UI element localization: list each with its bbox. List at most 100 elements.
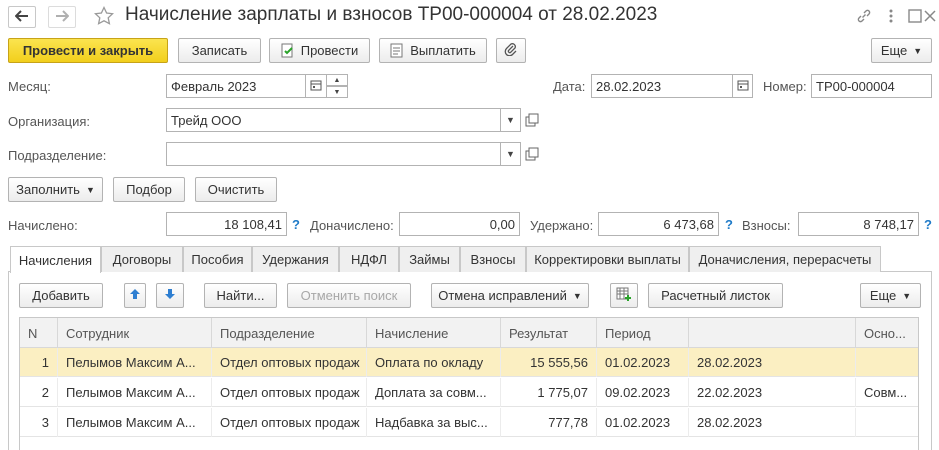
period-start-cell[interactable]: 01.02.2023 [597, 408, 689, 437]
post-button[interactable]: Провести [269, 38, 370, 63]
accrued-value: 18 108,41 [166, 212, 287, 236]
column-header-basis[interactable]: Осно... [856, 318, 918, 348]
month-down-button[interactable]: ▼ [326, 86, 348, 98]
tab-contracts[interactable]: Договоры [101, 246, 183, 272]
tab-benefits[interactable]: Пособия [183, 246, 252, 272]
organization-dropdown-button[interactable]: ▼ [500, 108, 521, 132]
post-and-close-button[interactable]: Провести и закрыть [8, 38, 168, 63]
accrued-label: Начислено: [8, 218, 78, 233]
attach-button[interactable] [496, 38, 526, 63]
payslip-button[interactable]: Расчетный листок [648, 283, 783, 308]
contributions-help-icon[interactable]: ? [924, 217, 932, 232]
table-row[interactable]: 3 Пелымов Максим А... Отдел оптовых прод… [20, 408, 918, 437]
month-calendar-button[interactable] [305, 74, 327, 98]
accrual-cell[interactable]: Доплата за совм... [367, 378, 501, 407]
pay-button[interactable]: Выплатить [379, 38, 487, 63]
more-button[interactable]: Еще ▼ [871, 38, 932, 63]
accrued-help-icon[interactable]: ? [292, 217, 300, 232]
open-department-icon[interactable] [525, 147, 539, 164]
link-icon[interactable] [856, 8, 872, 24]
clear-button[interactable]: Очистить [195, 177, 277, 202]
department-cell[interactable]: Отдел оптовых продаж [212, 348, 367, 377]
open-organization-icon[interactable] [525, 113, 539, 130]
basis-cell[interactable]: Совм... [856, 378, 918, 407]
period-start-cell[interactable]: 01.02.2023 [597, 348, 689, 377]
column-header-period-end[interactable] [689, 318, 856, 348]
basis-cell[interactable] [856, 408, 918, 437]
month-up-button[interactable]: ▲ [326, 74, 348, 86]
period-end-cell[interactable]: 28.02.2023 [689, 408, 856, 437]
arrow-right-icon [55, 9, 70, 25]
column-header-department[interactable]: Подразделение [212, 318, 367, 348]
maximize-icon[interactable] [907, 8, 923, 24]
move-up-button[interactable] [124, 283, 146, 308]
employee-cell[interactable]: Пелымов Максим А... [58, 378, 212, 407]
favorite-star-icon[interactable] [93, 5, 115, 29]
department-dropdown-button[interactable]: ▼ [500, 142, 521, 166]
column-header-result[interactable]: Результат [501, 318, 597, 348]
forward-button[interactable] [48, 6, 76, 28]
table-row[interactable]: 2 Пелымов Максим А... Отдел оптовых прод… [20, 378, 918, 407]
employee-cell[interactable]: Пелымов Максим А... [58, 348, 212, 377]
add-button[interactable]: Добавить [19, 283, 103, 308]
more-vertical-icon[interactable] [883, 8, 899, 24]
cancel-fixes-button[interactable]: Отмена исправлений ▼ [431, 283, 589, 308]
accrual-cell[interactable]: Оплата по окладу [367, 348, 501, 377]
table-settings-button[interactable] [610, 283, 638, 308]
date-label: Дата: [553, 79, 586, 94]
row-number: 3 [20, 408, 58, 437]
caret-down-icon: ▼ [506, 149, 515, 159]
move-down-button[interactable] [156, 283, 184, 308]
number-label: Номер: [763, 79, 807, 94]
cancel-fixes-label: Отмена исправлений [438, 288, 567, 303]
tab-ndfl[interactable]: НДФЛ [339, 246, 399, 272]
department-field[interactable] [166, 142, 501, 166]
close-icon[interactable] [924, 8, 936, 24]
fill-button[interactable]: Заполнить ▼ [8, 177, 103, 202]
contributions-value: 8 748,17 [798, 212, 919, 236]
column-header-employee[interactable]: Сотрудник [58, 318, 212, 348]
more-button-label: Еще [880, 43, 908, 58]
find-button[interactable]: Найти... [204, 283, 277, 308]
tab-deductions[interactable]: Удержания [252, 246, 339, 272]
select-button[interactable]: Подбор [113, 177, 185, 202]
column-header-period[interactable]: Период [597, 318, 689, 348]
date-field[interactable]: 28.02.2023 [591, 74, 733, 98]
table-add-icon [616, 287, 632, 304]
result-cell[interactable]: 15 555,56 [501, 348, 597, 377]
basis-cell[interactable] [856, 348, 918, 377]
back-button[interactable] [8, 6, 36, 28]
column-header-accrual[interactable]: Начисление [367, 318, 501, 348]
employee-cell[interactable]: Пелымов Максим А... [58, 408, 212, 437]
withheld-help-icon[interactable]: ? [725, 217, 733, 232]
period-end-cell[interactable]: 22.02.2023 [689, 378, 856, 407]
table-row[interactable]: 1 Пелымов Максим А... Отдел оптовых прод… [20, 348, 918, 377]
post-doc-icon [281, 43, 295, 58]
caret-down-icon: ▼ [506, 115, 515, 125]
tab-loans[interactable]: Займы [399, 246, 460, 272]
month-field[interactable]: Февраль 2023 [166, 74, 306, 98]
accrual-cell[interactable]: Надбавка за выс... [367, 408, 501, 437]
result-cell[interactable]: 1 775,07 [501, 378, 597, 407]
column-header-n[interactable]: N [20, 318, 58, 348]
cancel-search-button[interactable]: Отменить поиск [287, 283, 411, 308]
date-calendar-button[interactable] [732, 74, 753, 98]
tab-accruals[interactable]: Начисления [10, 246, 101, 273]
result-cell[interactable]: 777,78 [501, 408, 597, 437]
tab-additional-accruals[interactable]: Доначисления, перерасчеты [689, 246, 881, 272]
arrow-left-icon [14, 9, 29, 25]
number-field[interactable]: ТР00-000004 [811, 74, 932, 98]
organization-field[interactable]: Трейд ООО [166, 108, 501, 132]
tab-payment-corrections[interactable]: Корректировки выплаты [526, 246, 689, 272]
fill-button-label: Заполнить [16, 182, 80, 197]
table-more-label: Еще [869, 288, 897, 303]
tab-contributions[interactable]: Взносы [460, 246, 526, 272]
table-more-button[interactable]: Еще ▼ [860, 283, 921, 308]
department-cell[interactable]: Отдел оптовых продаж [212, 378, 367, 407]
period-start-cell[interactable]: 09.02.2023 [597, 378, 689, 407]
department-cell[interactable]: Отдел оптовых продаж [212, 408, 367, 437]
pay-button-label: Выплатить [410, 43, 476, 58]
period-end-cell[interactable]: 28.02.2023 [689, 348, 856, 377]
save-button[interactable]: Записать [178, 38, 261, 63]
calendar-icon [310, 79, 322, 93]
